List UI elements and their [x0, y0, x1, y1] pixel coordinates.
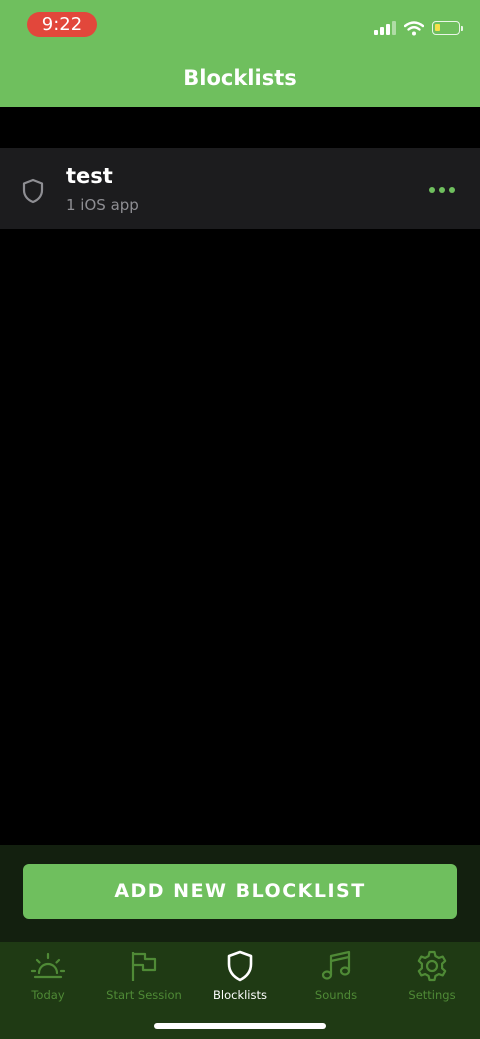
blocklist-name: test: [66, 164, 113, 188]
tab-start-session[interactable]: Start Session: [96, 942, 192, 1012]
status-icons: [374, 18, 463, 38]
home-indicator[interactable]: [154, 1023, 326, 1029]
page-title: Blocklists: [183, 66, 297, 90]
tab-label-blocklists: Blocklists: [213, 988, 267, 1002]
battery-icon: [432, 21, 463, 35]
tab-label-settings: Settings: [408, 988, 456, 1002]
tab-label-today: Today: [31, 988, 65, 1002]
blocklist-detail: 1 iOS app: [66, 196, 139, 214]
sunrise-icon: [30, 948, 66, 984]
tab-blocklists[interactable]: Blocklists: [192, 942, 288, 1012]
gear-icon: [414, 948, 450, 984]
tab-settings[interactable]: Settings: [384, 942, 480, 1012]
tab-bar: Today Start Session Blocklists Sounds Se…: [0, 942, 480, 1039]
tab-label-sounds: Sounds: [314, 988, 358, 1002]
shield-icon: [222, 948, 258, 984]
shield-icon: [22, 178, 44, 204]
blocklist-row[interactable]: [0, 148, 480, 229]
tab-label-start-session: Start Session: [106, 988, 182, 1002]
more-options-icon[interactable]: [426, 180, 458, 200]
status-time: 9:22: [27, 12, 97, 37]
tab-today[interactable]: Today: [0, 942, 96, 1012]
app-header: 9:22 Blocklists: [0, 0, 480, 107]
music-note-icon: [318, 948, 354, 984]
wifi-icon: [404, 20, 424, 35]
flag-icon: [126, 948, 162, 984]
cellular-signal-icon: [374, 21, 396, 35]
battery-level: [435, 24, 440, 31]
tab-sounds[interactable]: Sounds: [288, 942, 384, 1012]
add-new-blocklist-button[interactable]: ADD NEW BLOCKLIST: [23, 864, 457, 919]
